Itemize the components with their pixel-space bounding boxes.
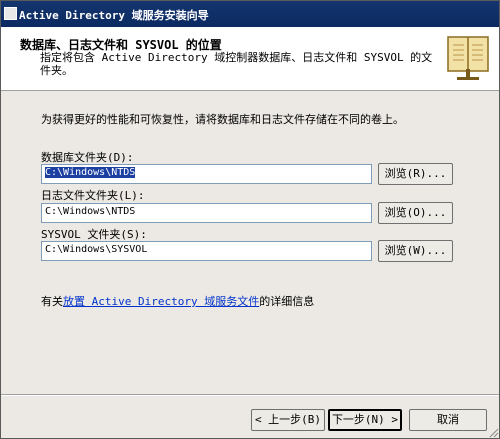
browse-database-button[interactable]: 浏览(R)... bbox=[378, 163, 453, 185]
resize-grip-icon[interactable] bbox=[487, 426, 499, 438]
info-prefix: 有关 bbox=[41, 295, 63, 308]
next-button[interactable]: 下一步(N) > bbox=[328, 409, 402, 431]
window-title: Active Directory 域服务安装向导 bbox=[19, 9, 209, 22]
log-folder-input[interactable]: C:\Windows\NTDS bbox=[41, 203, 372, 223]
back-button[interactable]: < 上一步(B) bbox=[251, 409, 325, 431]
page-subtitle: 指定将包含 Active Directory 域控制器数据库、日志文件和 SYS… bbox=[40, 51, 433, 77]
info-suffix: 的详细信息 bbox=[259, 295, 315, 308]
log-folder-value: C:\Windows\NTDS bbox=[45, 206, 136, 217]
sysvol-folder-value: C:\Windows\SYSVOL bbox=[45, 244, 148, 255]
sysvol-folder-label: SYSVOL 文件夹(S): bbox=[41, 228, 147, 241]
footer-divider bbox=[1, 394, 499, 396]
cancel-button[interactable]: 取消 bbox=[409, 409, 487, 431]
database-folder-label: 数据库文件夹(D): bbox=[41, 151, 134, 164]
log-folder-label: 日志文件文件夹(L): bbox=[41, 189, 145, 202]
title-bar[interactable]: Active Directory 域服务安装向导 bbox=[1, 1, 499, 27]
browse-log-button[interactable]: 浏览(O)... bbox=[378, 202, 453, 224]
description-text: 为获得更好的性能和可恢复性，请将数据库和日志文件存储在不同的卷上。 bbox=[41, 113, 404, 126]
sysvol-folder-input[interactable]: C:\Windows\SYSVOL bbox=[41, 241, 372, 261]
ad-ds-files-link[interactable]: 放置 Active Directory 域服务文件 bbox=[63, 295, 259, 308]
browse-sysvol-button[interactable]: 浏览(W)... bbox=[378, 240, 453, 262]
wizard-header: 数据库、日志文件和 SYSVOL 的位置 指定将包含 Active Direct… bbox=[1, 27, 499, 91]
database-folder-input[interactable]: C:\Windows\NTDS bbox=[41, 164, 372, 184]
more-info-text: 有关放置 Active Directory 域服务文件的详细信息 bbox=[41, 293, 314, 309]
book-icon bbox=[447, 36, 489, 80]
wizard-window: Active Directory 域服务安装向导 数据库、日志文件和 SYSVO… bbox=[0, 0, 500, 439]
window-icon bbox=[4, 7, 17, 20]
database-folder-value: C:\Windows\NTDS bbox=[45, 167, 136, 178]
